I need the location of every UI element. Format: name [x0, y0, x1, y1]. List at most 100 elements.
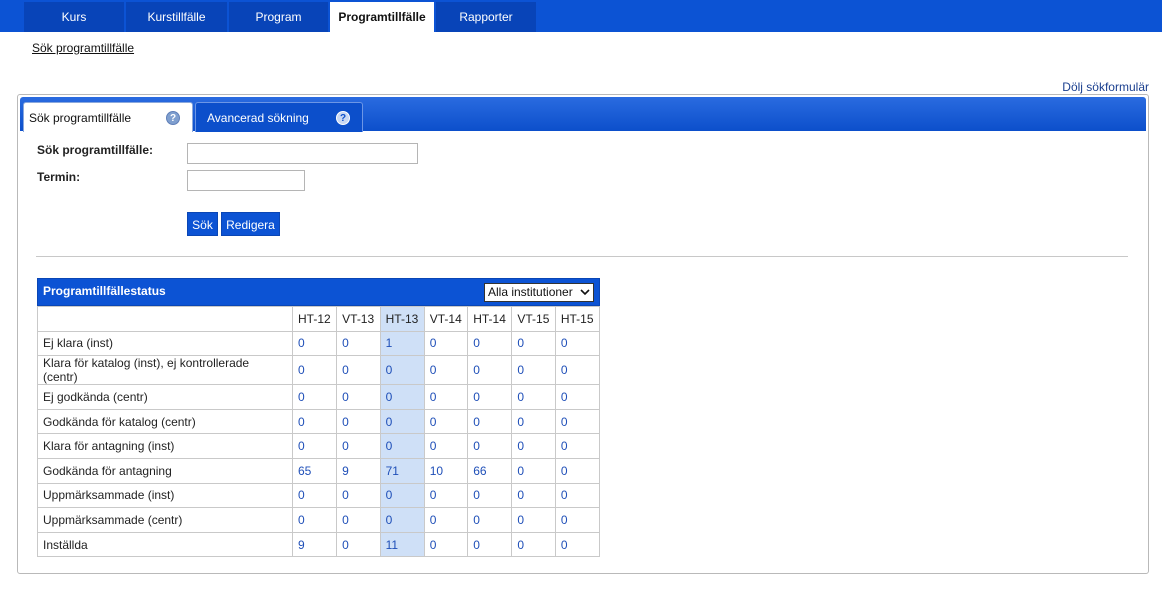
status-count-link[interactable]: 0: [467, 433, 513, 459]
tab-advanced-search[interactable]: Avancerad sökning ?: [195, 102, 363, 132]
status-count-link[interactable]: 0: [554, 457, 601, 484]
status-count-link[interactable]: 0: [511, 482, 556, 509]
table-row: Inställda 9 0 11 0 0 0 0: [37, 531, 601, 558]
status-count-link[interactable]: 0: [291, 355, 338, 386]
status-count-link[interactable]: 0: [379, 355, 425, 386]
status-row-label: Klara för katalog (inst), ej kontrollera…: [37, 355, 293, 386]
status-count-link[interactable]: 0: [554, 384, 601, 410]
column-header: HT-13: [379, 306, 425, 332]
status-count-link[interactable]: 71: [379, 457, 425, 484]
tab-search-program-label: Sök programtillfälle: [29, 111, 132, 125]
status-count-link[interactable]: 0: [554, 355, 601, 386]
column-header: HT-12: [291, 306, 338, 332]
status-count-link[interactable]: 0: [291, 433, 338, 459]
program-status-box: Programtillfällestatus Alla institutione…: [37, 278, 601, 558]
status-count-link[interactable]: 0: [554, 433, 601, 459]
help-icon[interactable]: ?: [336, 111, 350, 125]
tab-search-program[interactable]: Sök programtillfälle ?: [23, 102, 193, 132]
status-count-link[interactable]: 0: [336, 433, 381, 459]
table-row: Uppmärksammade (centr) 0 0 0 0 0 0 0: [37, 507, 601, 533]
status-count-link[interactable]: 0: [554, 330, 601, 357]
status-count-link[interactable]: 0: [467, 330, 513, 357]
status-count-link[interactable]: 0: [511, 507, 556, 533]
search-tabstrip: Sök programtillfälle ? Avancerad sökning…: [20, 97, 1146, 132]
row-label-header: [37, 306, 293, 332]
subnav-link-search[interactable]: Sök programtillfälle: [32, 41, 134, 55]
status-count-link[interactable]: 0: [336, 355, 381, 386]
status-count-link[interactable]: 0: [467, 408, 513, 435]
term-input[interactable]: [187, 170, 305, 191]
status-count-link[interactable]: 0: [336, 408, 381, 435]
status-count-link[interactable]: 10: [423, 457, 469, 484]
status-count-link[interactable]: 0: [291, 384, 338, 410]
status-count-link[interactable]: 0: [423, 330, 469, 357]
status-count-link[interactable]: 0: [336, 482, 381, 509]
nav-tab-program[interactable]: Program: [229, 2, 328, 32]
status-count-link[interactable]: 66: [467, 457, 513, 484]
status-count-link[interactable]: 0: [291, 330, 338, 357]
status-count-link[interactable]: 0: [554, 507, 601, 533]
status-count-link[interactable]: 0: [554, 408, 601, 435]
nav-tab-kurstillfalle[interactable]: Kurstillfälle: [126, 2, 227, 32]
status-count-link[interactable]: 0: [379, 384, 425, 410]
nav-tab-kurs[interactable]: Kurs: [24, 2, 124, 32]
status-row-label: Inställda: [37, 531, 293, 558]
status-count-link[interactable]: 0: [511, 531, 556, 558]
status-row-label: Klara för antagning (inst): [37, 433, 293, 459]
status-row-label: Uppmärksammade (centr): [37, 507, 293, 533]
status-count-link[interactable]: 0: [511, 355, 556, 386]
term-label: Termin:: [37, 170, 81, 184]
status-count-link[interactable]: 0: [379, 408, 425, 435]
status-count-link[interactable]: 0: [423, 384, 469, 410]
status-count-link[interactable]: 0: [423, 531, 469, 558]
hide-search-form-link[interactable]: Dölj sökformulär: [1062, 80, 1149, 94]
status-row-label: Uppmärksammade (inst): [37, 482, 293, 509]
status-header: Programtillfällestatus Alla institutione…: [37, 278, 600, 306]
edit-button[interactable]: Redigera: [221, 212, 280, 236]
status-count-link[interactable]: 0: [423, 507, 469, 533]
status-count-link[interactable]: 0: [336, 384, 381, 410]
status-count-link[interactable]: 65: [291, 457, 338, 484]
help-icon[interactable]: ?: [166, 111, 180, 125]
status-count-link[interactable]: 0: [379, 482, 425, 509]
tab-advanced-search-label: Avancerad sökning: [207, 111, 309, 125]
status-count-link[interactable]: 0: [511, 457, 556, 484]
status-table: HT-12 VT-13 HT-13 VT-14 HT-14 VT-15 HT-1…: [37, 306, 601, 558]
status-count-link[interactable]: 0: [511, 384, 556, 410]
status-row-label: Ej klara (inst): [37, 330, 293, 357]
table-row: Godkända för katalog (centr) 0 0 0 0 0 0 0: [37, 408, 601, 435]
status-count-link[interactable]: 9: [291, 531, 338, 558]
status-count-link[interactable]: 11: [379, 531, 425, 558]
status-count-link[interactable]: 0: [554, 531, 601, 558]
nav-tab-rapporter[interactable]: Rapporter: [436, 2, 536, 32]
institution-select[interactable]: Alla institutioner: [484, 283, 594, 302]
status-count-link[interactable]: 0: [336, 330, 381, 357]
search-button[interactable]: Sök: [187, 212, 218, 236]
status-count-link[interactable]: 0: [511, 408, 556, 435]
status-count-link[interactable]: 0: [291, 482, 338, 509]
status-count-link[interactable]: 0: [467, 507, 513, 533]
program-search-input[interactable]: [187, 143, 418, 164]
status-count-link[interactable]: 0: [423, 482, 469, 509]
status-count-link[interactable]: 0: [423, 355, 469, 386]
status-count-link[interactable]: 0: [467, 482, 513, 509]
status-count-link[interactable]: 0: [467, 355, 513, 386]
status-count-link[interactable]: 1: [379, 330, 425, 357]
status-count-link[interactable]: 0: [467, 384, 513, 410]
status-count-link[interactable]: 0: [423, 433, 469, 459]
table-row: Ej godkända (centr) 0 0 0 0 0 0 0: [37, 384, 601, 410]
nav-tab-programtillfalle[interactable]: Programtillfälle: [330, 2, 434, 32]
status-count-link[interactable]: 0: [423, 408, 469, 435]
status-count-link[interactable]: 0: [554, 482, 601, 509]
status-count-link[interactable]: 0: [379, 507, 425, 533]
status-row-label: Ej godkända (centr): [37, 384, 293, 410]
status-count-link[interactable]: 0: [511, 433, 556, 459]
status-count-link[interactable]: 0: [511, 330, 556, 357]
status-count-link[interactable]: 0: [467, 531, 513, 558]
status-count-link[interactable]: 0: [379, 433, 425, 459]
status-count-link[interactable]: 0: [336, 531, 381, 558]
status-count-link[interactable]: 0: [291, 507, 338, 533]
status-count-link[interactable]: 0: [291, 408, 338, 435]
status-count-link[interactable]: 9: [336, 457, 381, 484]
status-count-link[interactable]: 0: [336, 507, 381, 533]
